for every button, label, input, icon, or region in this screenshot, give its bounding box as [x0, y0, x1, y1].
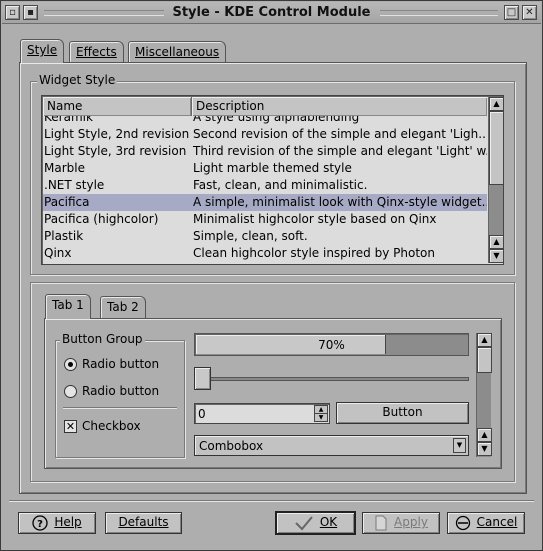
close-icon[interactable]: ✕ [522, 5, 537, 20]
help-button[interactable]: ? Help [18, 512, 96, 534]
list-item[interactable]: Pacifica (highcolor) Minimalist highcolor… [43, 211, 487, 228]
list-item-selected[interactable]: Pacifica A simple, minimalist look with Q… [43, 194, 487, 211]
style-description: A simple, minimalist look with Qinx-styl… [193, 195, 487, 209]
style-description: Clean highcolor style inspired by Photon [193, 246, 435, 260]
scroll-up-icon[interactable]: ▲ [477, 428, 492, 442]
tab-style-label: Style [27, 43, 58, 57]
progress-bar: 70% [194, 333, 469, 356]
scroll-thumb[interactable] [477, 347, 492, 373]
style-list[interactable]: Name Description Keramik A style using al… [41, 95, 504, 265]
column-description-header[interactable]: Description [192, 97, 487, 116]
preview-tab-1[interactable]: Tab 1 [45, 294, 91, 319]
cancel-label: Cancel [476, 515, 518, 529]
list-item[interactable]: Light Style, 3rd revision Third revision … [43, 143, 487, 160]
progress-label: 70% [318, 338, 345, 352]
list-item[interactable]: Keramik A style using alphablending [43, 116, 487, 126]
style-name: .NET style [44, 178, 105, 192]
spinbox-value: 0 [198, 407, 206, 421]
scroll-up-icon[interactable]: ▲ [489, 235, 503, 249]
style-name: Keramik [44, 116, 93, 124]
scroll-thumb[interactable] [489, 111, 503, 185]
title-grip-right [380, 10, 498, 16]
cancel-icon [455, 515, 470, 530]
bottom-separator [9, 500, 534, 502]
svg-text:?: ? [37, 519, 43, 530]
apply-label: Apply [394, 515, 428, 529]
spinbox[interactable]: 0 ▲ ▼ [194, 403, 330, 424]
tab-effects[interactable]: Effects [69, 41, 124, 63]
kde-control-module-window: ▫ ▪ Style - KDE Control Module □ ✕ Style… [0, 0, 543, 551]
widget-style-title: Widget Style [37, 73, 118, 87]
preview-button[interactable]: Button [336, 402, 469, 424]
scroll-up-icon[interactable]: ▲ [489, 97, 503, 111]
ok-button[interactable]: OK [275, 511, 356, 535]
list-item[interactable]: Light Style, 2nd revision Second revision… [43, 126, 487, 143]
column-name-header[interactable]: Name [43, 97, 192, 116]
style-name: Light Style, 2nd revision [44, 127, 190, 141]
radio-button-1[interactable] [64, 358, 77, 371]
defaults-button[interactable]: Defaults [105, 512, 182, 534]
style-description: Fast, clean, and minimalistic. [193, 178, 368, 192]
preview-scrollbar[interactable]: ▲ ▲ ▼ [476, 333, 492, 457]
apply-button[interactable]: Apply [362, 512, 440, 534]
maximize-icon[interactable]: □ [504, 5, 519, 20]
radio-button-2[interactable] [64, 385, 77, 398]
help-label: Help [54, 515, 82, 529]
cancel-button[interactable]: Cancel [447, 512, 525, 534]
list-item[interactable]: Marble Light marble themed style [43, 160, 487, 177]
list-body: Keramik A style using alphablending Light… [43, 116, 487, 264]
list-scrollbar[interactable]: ▲ ▲ ▼ [488, 97, 503, 263]
tab-miscellaneous[interactable]: Miscellaneous [128, 41, 227, 63]
style-description: Simple, clean, soft. [193, 229, 308, 243]
radio-button-2-label: Radio button [82, 384, 160, 398]
button-group-separator [63, 407, 177, 409]
scroll-down-icon[interactable]: ▼ [489, 249, 503, 263]
checkmark-icon [295, 515, 313, 530]
style-name: Plastik [44, 229, 84, 243]
radio-button-1-label: Radio button [82, 357, 160, 371]
title-bar[interactable]: ▫ ▪ Style - KDE Control Module □ ✕ [2, 2, 541, 24]
style-description: A style using alphablending [193, 116, 360, 124]
style-description: Minimalist highcolor style based on Qinx [193, 212, 437, 226]
style-name: Qinx [44, 246, 72, 260]
ok-label: OK [319, 515, 338, 529]
checkbox[interactable]: ✕ [64, 420, 77, 433]
button-group-title: Button Group [60, 332, 145, 346]
tab-style[interactable]: Style [20, 39, 65, 63]
scroll-up-icon[interactable]: ▲ [477, 333, 492, 347]
slider-track[interactable] [194, 377, 469, 381]
style-description: Light marble themed style [193, 161, 352, 175]
tab-effects-label: Effects [76, 45, 117, 59]
list-item[interactable]: Qinx Clean highcolor style inspired by Ph… [43, 245, 487, 262]
style-name: Pacifica [44, 195, 90, 209]
scroll-down-icon[interactable]: ▼ [477, 442, 492, 456]
style-description: Second revision of the simple and elegan… [193, 127, 487, 141]
help-icon: ? [32, 514, 48, 531]
list-item[interactable]: Plastik Simple, clean, soft. [43, 228, 487, 245]
style-name: Pacifica (highcolor) [44, 212, 159, 226]
style-description: Third revision of the simple and elegant… [193, 144, 487, 158]
preview-tab-2[interactable]: Tab 2 [100, 296, 146, 318]
document-icon [375, 515, 387, 530]
combobox[interactable]: Combobox ▼ [194, 435, 469, 456]
combobox-value: Combobox [199, 439, 264, 453]
preview-tab-1-label: Tab 1 [52, 298, 84, 312]
style-name: Marble [44, 161, 85, 175]
list-header: Name Description [43, 97, 487, 116]
preview-tab-2-label: Tab 2 [107, 300, 139, 314]
chevron-down-icon[interactable]: ▼ [453, 438, 466, 453]
style-name: Light Style, 3rd revision [44, 144, 187, 158]
checkbox-label: Checkbox [82, 419, 141, 433]
list-item[interactable]: .NET style Fast, clean, and minimalistic. [43, 177, 487, 194]
defaults-label: Defaults [118, 515, 169, 529]
spin-down-icon[interactable]: ▼ [314, 413, 328, 422]
tab-miscellaneous-label: Miscellaneous [135, 45, 220, 59]
slider-handle[interactable] [194, 367, 211, 390]
